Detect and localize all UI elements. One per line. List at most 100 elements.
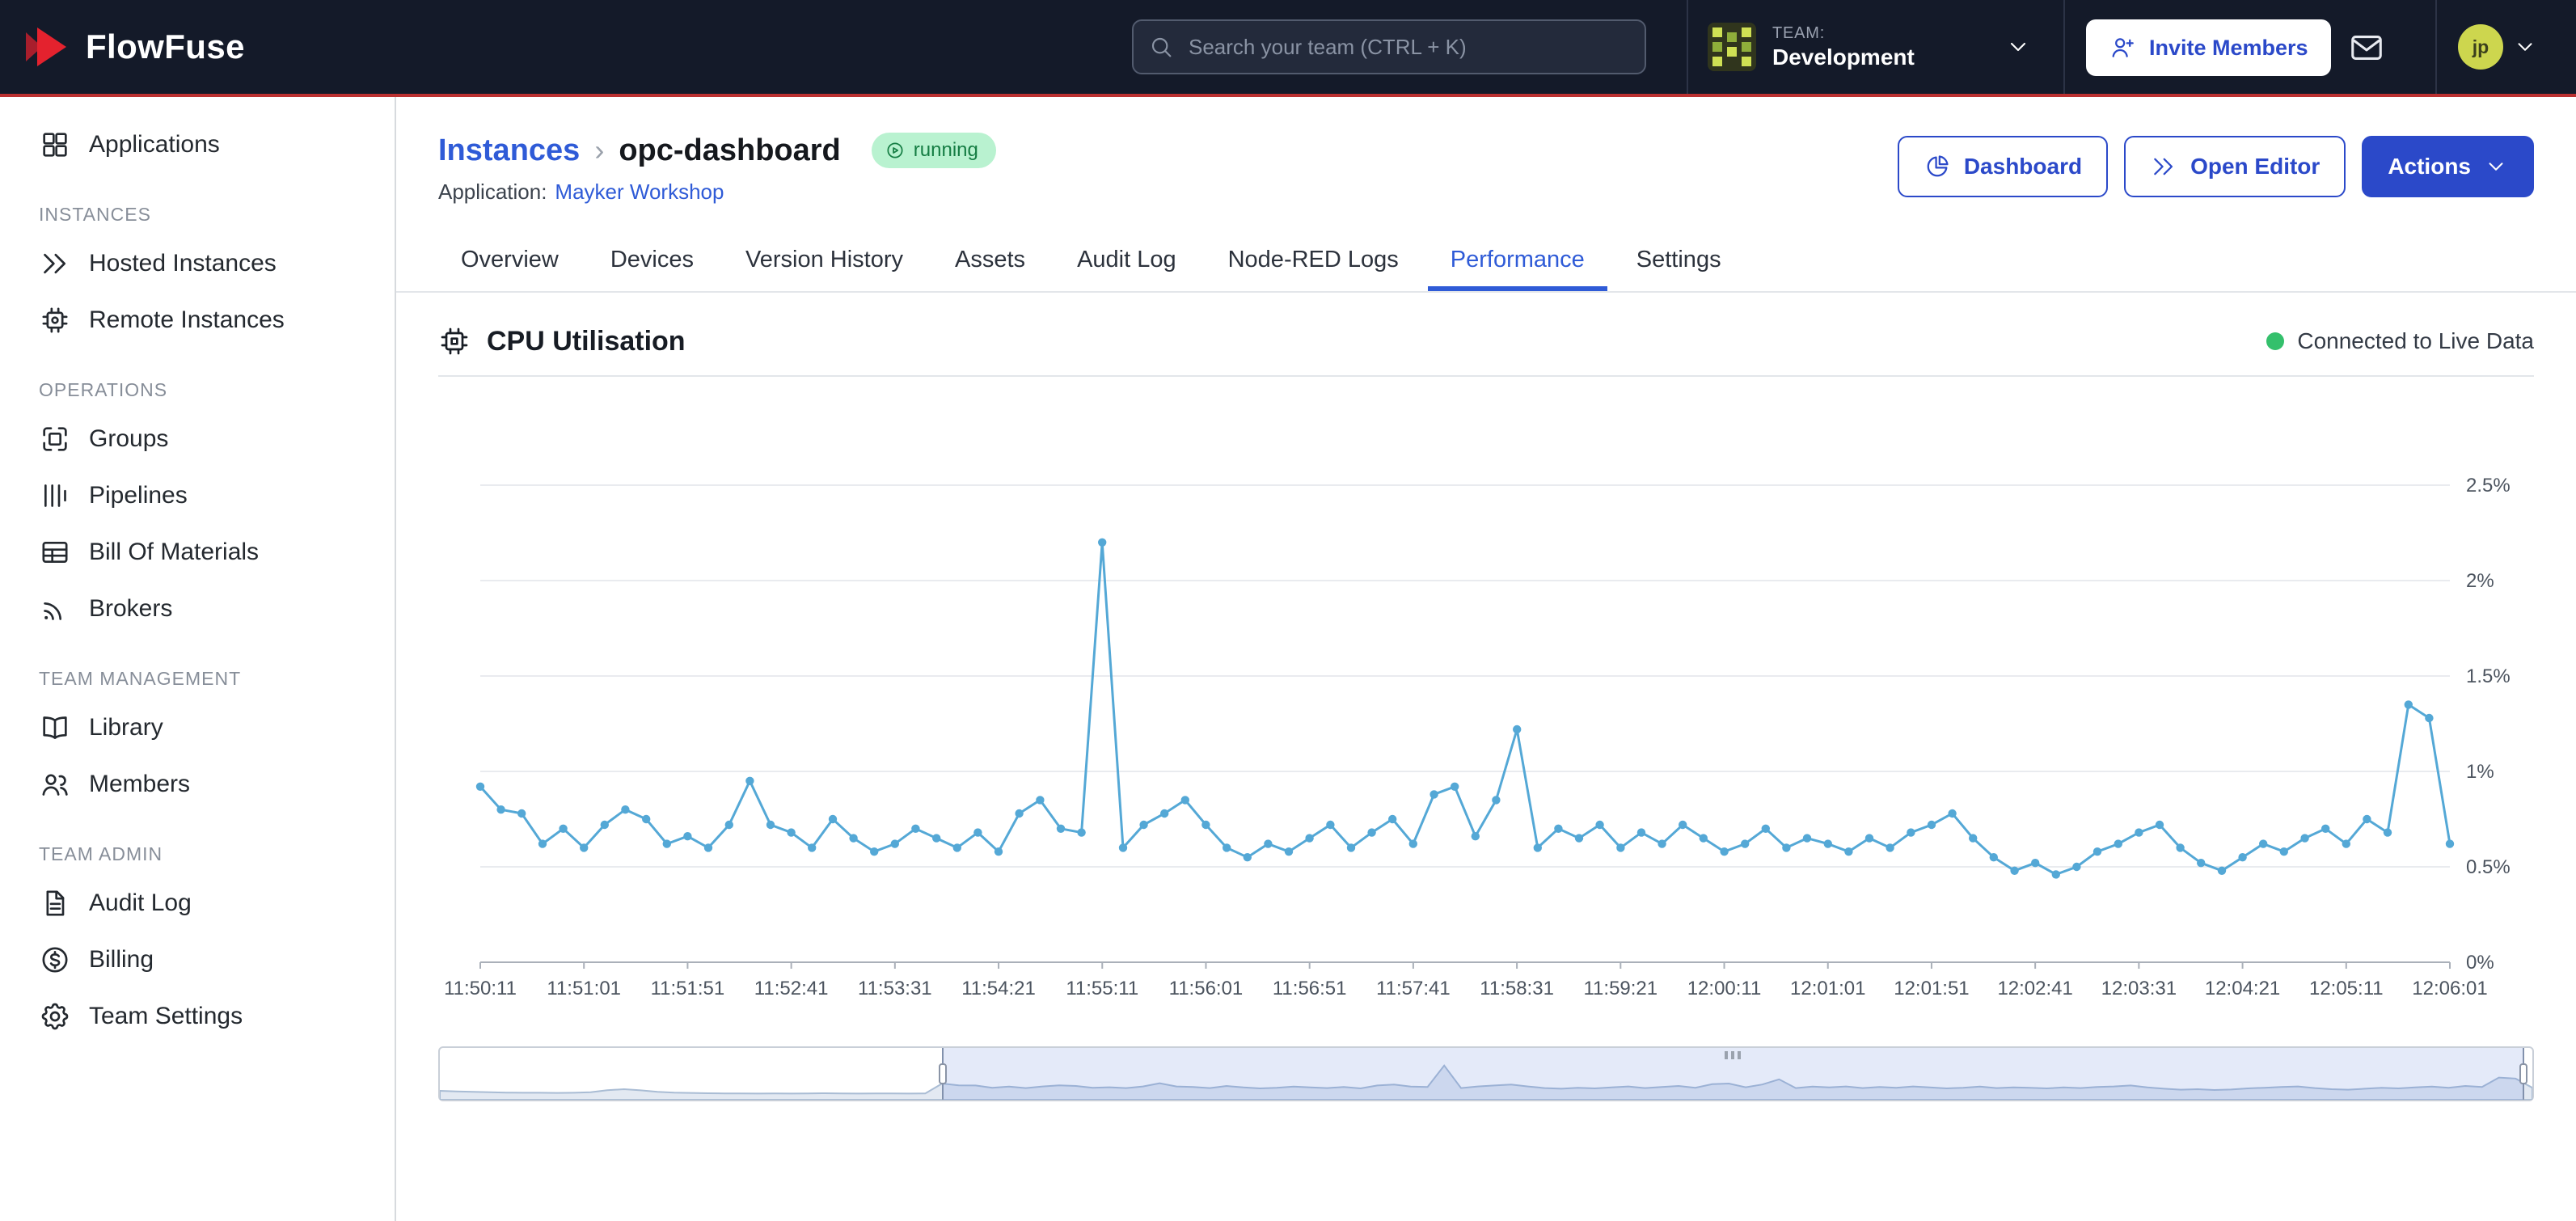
sidebar-item-bill-of-materials[interactable]: Bill Of Materials — [0, 524, 395, 581]
actions-button[interactable]: Actions — [2362, 136, 2534, 197]
chart-navigator[interactable] — [438, 1046, 2534, 1101]
tab-assets[interactable]: Assets — [932, 232, 1048, 291]
invite-members-button[interactable]: Invite Members — [2086, 19, 2331, 76]
topbar: FlowFuse TEAM: Development — [0, 0, 2576, 97]
pipelines-icon — [39, 480, 71, 512]
page-header: Instances › opc-dashboard running Applic… — [396, 97, 2576, 205]
sidebar-section-label: TEAM MANAGEMENT — [39, 668, 356, 690]
invite-members-label: Invite Members — [2149, 36, 2308, 61]
navigator-left-handle[interactable] — [939, 1063, 947, 1084]
team-settings-icon — [39, 1000, 71, 1033]
sidebar-item-label: Pipelines — [89, 482, 188, 509]
sidebar: ApplicationsINSTANCESHosted InstancesRem… — [0, 97, 396, 1221]
svg-text:2%: 2% — [2466, 570, 2494, 592]
svg-text:2.5%: 2.5% — [2466, 475, 2511, 496]
running-icon — [885, 140, 906, 161]
svg-text:12:02:41: 12:02:41 — [1997, 978, 2072, 999]
dashboard-button[interactable]: Dashboard — [1898, 136, 2108, 197]
user-avatar: jp — [2458, 24, 2503, 70]
sidebar-item-brokers[interactable]: Brokers — [0, 581, 395, 637]
sidebar-item-label: Library — [89, 714, 163, 741]
team-selector[interactable]: TEAM: Development — [1708, 0, 2050, 94]
live-dot-icon — [2266, 332, 2284, 350]
sidebar-item-pipelines[interactable]: Pipelines — [0, 467, 395, 524]
sidebar-item-remote-instances[interactable]: Remote Instances — [0, 292, 395, 349]
search-icon — [1148, 34, 1174, 60]
navigator-grip-icon[interactable] — [1731, 1051, 1734, 1059]
flowfuse-logo[interactable]: FlowFuse — [23, 0, 245, 94]
svg-text:12:01:01: 12:01:01 — [1790, 978, 1865, 999]
actions-button-label: Actions — [2388, 154, 2471, 180]
svg-text:1%: 1% — [2466, 761, 2494, 783]
tab-node-red-logs[interactable]: Node-RED Logs — [1206, 232, 1421, 291]
application-label: Application: — [438, 180, 547, 205]
navigator-selection[interactable] — [942, 1048, 2524, 1100]
breadcrumb-instances-link[interactable]: Instances — [438, 133, 580, 168]
sidebar-item-label: Bill Of Materials — [89, 539, 259, 566]
tab-bar: OverviewDevicesVersion HistoryAssetsAudi… — [396, 232, 2576, 293]
team-avatar — [1708, 23, 1756, 71]
sidebar-item-label: Members — [89, 771, 190, 798]
svg-text:1.5%: 1.5% — [2466, 665, 2511, 687]
svg-text:11:53:31: 11:53:31 — [858, 978, 932, 999]
svg-text:11:56:01: 11:56:01 — [1169, 978, 1244, 999]
navigator-right-handle[interactable] — [2519, 1063, 2527, 1084]
tab-version-history[interactable]: Version History — [723, 232, 926, 291]
topbar-divider — [2435, 0, 2437, 94]
application-link[interactable]: Mayker Workshop — [555, 180, 724, 205]
tab-audit-log[interactable]: Audit Log — [1054, 232, 1199, 291]
sidebar-item-label: Remote Instances — [89, 306, 285, 334]
sidebar-item-label: Groups — [89, 425, 168, 453]
tab-performance[interactable]: Performance — [1428, 232, 1607, 291]
mail-icon[interactable] — [2348, 29, 2385, 66]
hosted-instances-icon — [39, 247, 71, 280]
tab-devices[interactable]: Devices — [588, 232, 716, 291]
team-text: TEAM: Development — [1772, 24, 1915, 70]
svg-text:11:50:11: 11:50:11 — [444, 978, 517, 999]
tab-settings[interactable]: Settings — [1614, 232, 1744, 291]
user-menu[interactable]: jp — [2458, 0, 2537, 94]
sidebar-item-members[interactable]: Members — [0, 756, 395, 813]
sidebar-item-audit-log[interactable]: Audit Log — [0, 875, 395, 932]
sidebar-item-label: Brokers — [89, 595, 172, 623]
sidebar-item-label: Audit Log — [89, 889, 192, 917]
status-badge-label: running — [914, 139, 978, 162]
groups-icon — [39, 423, 71, 455]
search-input[interactable] — [1132, 19, 1646, 74]
svg-text:11:58:31: 11:58:31 — [1480, 978, 1554, 999]
members-icon — [39, 768, 71, 801]
instance-name: opc-dashboard — [619, 133, 840, 168]
tab-overview[interactable]: Overview — [438, 232, 581, 291]
open-editor-button[interactable]: Open Editor — [2124, 136, 2346, 197]
audit-log-icon — [39, 887, 71, 919]
flowfuse-logo-text: FlowFuse — [86, 27, 245, 66]
status-badge: running — [872, 133, 996, 168]
svg-text:0%: 0% — [2466, 952, 2494, 974]
sidebar-item-library[interactable]: Library — [0, 699, 395, 756]
team-label: TEAM: — [1772, 24, 1915, 43]
brokers-icon — [39, 593, 71, 625]
sidebar-item-team-settings[interactable]: Team Settings — [0, 988, 395, 1045]
breadcrumb-separator: › — [594, 133, 604, 167]
remote-instances-icon — [39, 304, 71, 336]
sidebar-item-hosted-instances[interactable]: Hosted Instances — [0, 235, 395, 292]
cpu-chart: 0%0.5%1%1.5%2%2.5%11:50:1111:51:0111:51:… — [438, 383, 2534, 1020]
page-header-left: Instances › opc-dashboard running Applic… — [438, 133, 996, 205]
svg-text:0.5%: 0.5% — [2466, 856, 2511, 878]
sidebar-item-groups[interactable]: Groups — [0, 411, 395, 467]
sidebar-item-label: Hosted Instances — [89, 250, 277, 277]
sidebar-section-label: TEAM ADMIN — [39, 843, 356, 865]
live-status: Connected to Live Data — [2266, 328, 2534, 354]
svg-text:11:54:21: 11:54:21 — [961, 978, 1036, 999]
team-name: Development — [1772, 44, 1915, 70]
cpu-icon — [438, 325, 471, 357]
sidebar-item-billing[interactable]: Billing — [0, 932, 395, 988]
dashboard-button-label: Dashboard — [1964, 154, 2082, 180]
svg-text:12:05:11: 12:05:11 — [2309, 978, 2384, 999]
applications-icon — [39, 129, 71, 161]
chart-title-wrap: CPU Utilisation — [438, 325, 686, 357]
sidebar-item-applications[interactable]: Applications — [0, 116, 395, 173]
sidebar-item-label: Billing — [89, 946, 154, 974]
svg-text:11:56:51: 11:56:51 — [1273, 978, 1347, 999]
svg-text:12:06:01: 12:06:01 — [2412, 978, 2487, 999]
